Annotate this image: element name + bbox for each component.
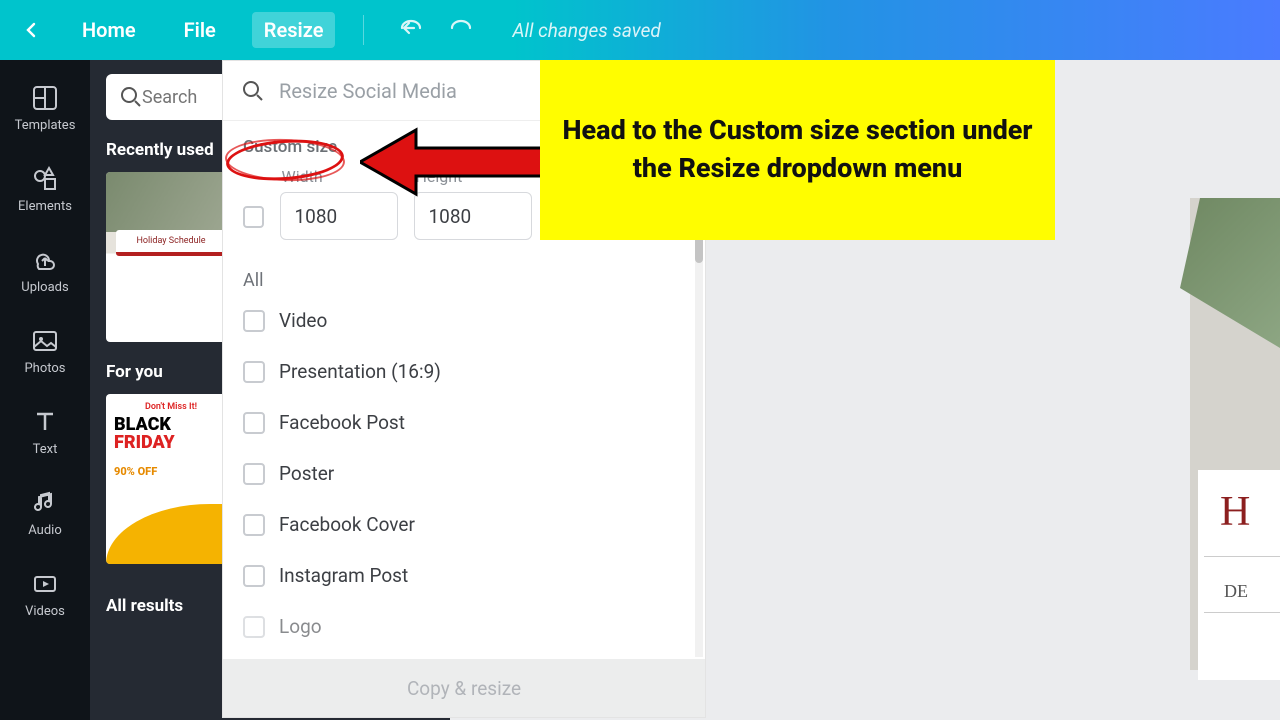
design-text: DE [1204, 556, 1280, 613]
chevron-left-icon [24, 22, 40, 38]
checkbox[interactable] [243, 412, 265, 434]
size-options-list: Video Presentation (16:9) Facebook Post … [243, 309, 685, 638]
save-status: All changes saved [512, 19, 660, 42]
size-option[interactable]: Poster [243, 462, 685, 485]
custom-size-checkbox[interactable] [243, 206, 264, 228]
separator [363, 15, 364, 45]
rail-label: Audio [28, 523, 61, 538]
option-label: Logo [279, 615, 322, 638]
checkbox[interactable] [243, 361, 265, 383]
file-menu[interactable]: File [172, 12, 228, 48]
rail-label: Uploads [21, 280, 68, 295]
top-bar: Home File Resize All changes saved [0, 0, 1280, 60]
search-icon [120, 86, 142, 108]
design-card: H DE [1198, 470, 1280, 680]
thumb-label: Holiday Schedule [116, 230, 226, 256]
back-button[interactable] [18, 16, 46, 44]
size-option[interactable]: Facebook Post [243, 411, 685, 434]
option-label: Facebook Cover [279, 513, 415, 536]
height-input[interactable] [414, 192, 532, 240]
height-label: Height [414, 167, 532, 186]
rail-uploads[interactable]: Uploads [0, 236, 90, 303]
rail-elements[interactable]: Elements [0, 155, 90, 222]
templates-icon [31, 84, 59, 112]
option-label: Video [279, 309, 327, 332]
width-label: Width [280, 167, 398, 186]
option-label: Facebook Post [279, 411, 405, 434]
undo-button[interactable] [398, 18, 424, 42]
option-label: Poster [279, 462, 334, 485]
resize-menu[interactable]: Resize [252, 12, 336, 48]
videos-icon [31, 570, 59, 598]
uploads-icon [31, 246, 59, 274]
all-heading: All [243, 270, 685, 291]
design-heading: H [1198, 470, 1280, 536]
search-icon [241, 79, 265, 103]
checkbox[interactable] [243, 463, 265, 485]
template-thumb[interactable]: Don't Miss It! BLACKFRIDAY DISCOUNT90% O… [106, 394, 236, 564]
rail-label: Photos [24, 361, 65, 376]
size-option[interactable]: Presentation (16:9) [243, 360, 685, 383]
rail-templates[interactable]: Templates [0, 74, 90, 141]
rail-text[interactable]: Text [0, 398, 90, 465]
checkbox[interactable] [243, 310, 265, 332]
rail-audio[interactable]: Audio [0, 479, 90, 546]
size-option[interactable]: Facebook Cover [243, 513, 685, 536]
size-option[interactable]: Instagram Post [243, 564, 685, 587]
option-label: Instagram Post [279, 564, 408, 587]
size-option[interactable]: Video [243, 309, 685, 332]
copy-resize-button[interactable]: Copy & resize [223, 659, 705, 717]
checkbox[interactable] [243, 616, 265, 638]
rail-label: Text [33, 442, 58, 457]
annotation-callout: Head to the Custom size section under th… [540, 60, 1055, 240]
rail-photos[interactable]: Photos [0, 317, 90, 384]
photos-icon [31, 327, 59, 355]
size-option[interactable]: Logo [243, 615, 685, 638]
text-icon [31, 408, 59, 436]
width-input[interactable] [280, 192, 398, 240]
thumb-text: Don't Miss It! [106, 402, 236, 412]
checkbox[interactable] [243, 514, 265, 536]
left-rail: Templates Elements Uploads Photos Text A… [0, 60, 90, 720]
home-link[interactable]: Home [70, 12, 148, 48]
template-thumb[interactable]: Holiday Schedule [106, 172, 236, 342]
undo-icon [398, 18, 424, 38]
thumb-text: DISCOUNT90% OFF [114, 456, 157, 478]
rail-label: Templates [15, 118, 76, 133]
thumb-text: BLACKFRIDAY [114, 416, 175, 452]
rail-videos[interactable]: Videos [0, 560, 90, 627]
rail-label: Elements [18, 199, 72, 214]
redo-icon [448, 18, 474, 38]
elements-icon [31, 165, 59, 193]
rail-label: Videos [25, 604, 65, 619]
redo-button[interactable] [448, 18, 474, 42]
checkbox[interactable] [243, 565, 265, 587]
audio-icon [31, 489, 59, 517]
option-label: Presentation (16:9) [279, 360, 441, 383]
